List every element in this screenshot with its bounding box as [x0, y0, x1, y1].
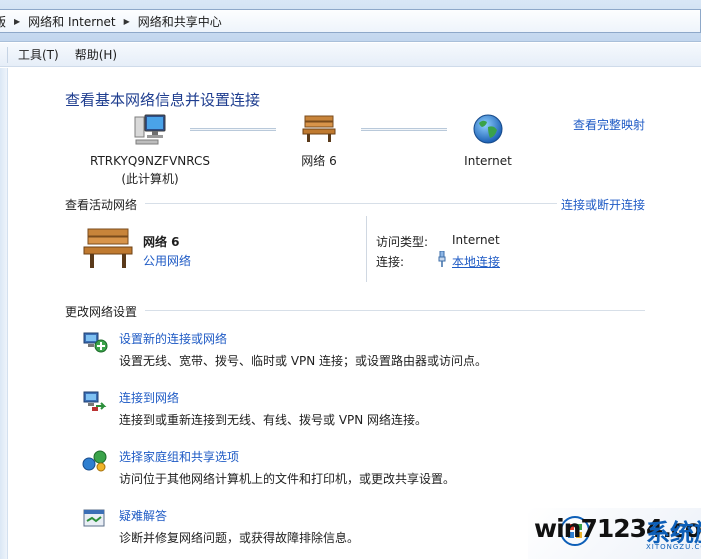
- breadcrumb-separator-icon[interactable]: ▶: [9, 17, 25, 26]
- main-content: 查看基本网络信息并设置连接 查看完整映射 RTRKYQ9NZFVNRCS (此计…: [0, 68, 701, 559]
- globe-icon: [473, 114, 503, 144]
- breadcrumb-item-network-internet[interactable]: 网络和 Internet: [25, 13, 118, 30]
- breadcrumb-separator-icon[interactable]: ▶: [119, 17, 135, 26]
- computer-sub: (此计算机): [121, 172, 179, 186]
- local-connection-link[interactable]: 本地连接: [452, 253, 500, 270]
- change-settings-heading: 更改网络设置: [65, 305, 138, 319]
- task-title-connect-network[interactable]: 连接到网络: [119, 389, 179, 406]
- access-type-label: 访问类型:: [376, 235, 429, 249]
- watermark: win71234.com 系统族 XITONGZU.COM: [528, 508, 701, 559]
- map-connector: [361, 128, 447, 131]
- map-internet-label: Internet: [464, 154, 512, 168]
- task-title-homegroup[interactable]: 选择家庭组和共享选项: [119, 448, 239, 465]
- map-computer-node[interactable]: RTRKYQ9NZFVNRCS (此计算机): [88, 113, 212, 187]
- vertical-divider: [366, 216, 367, 282]
- active-network-name: 网络 6: [143, 235, 180, 249]
- breadcrumb-partial[interactable]: 版: [0, 13, 9, 30]
- bench-icon[interactable]: [82, 224, 134, 270]
- breadcrumb-item-sharing-center[interactable]: 网络和共享中心: [135, 13, 225, 30]
- task-desc-troubleshoot: 诊断并修复网络问题，或获得故障排除信息。: [119, 531, 360, 545]
- ethernet-icon: [438, 251, 446, 267]
- full-map-link[interactable]: 查看完整映射: [573, 116, 645, 133]
- computer-name: RTRKYQ9NZFVNRCS: [89, 154, 210, 168]
- task-desc-new-connection: 设置无线、宽带、拨号、临时或 VPN 连接；或设置路由器或访问点。: [119, 354, 488, 368]
- new-connection-icon: [83, 332, 108, 353]
- active-networks-heading: 查看活动网络: [65, 198, 138, 212]
- connect-network-icon: [83, 391, 107, 411]
- menu-item-help[interactable]: 帮助(H): [67, 46, 125, 63]
- page-title: 查看基本网络信息并设置连接: [65, 91, 261, 109]
- computer-icon: [134, 114, 166, 145]
- menu-divider: [0, 46, 8, 63]
- menu-bar: 工具(T) 帮助(H): [0, 43, 701, 67]
- section-divider: [145, 310, 645, 311]
- map-network-name: 网络 6: [301, 154, 337, 168]
- connect-disconnect-link[interactable]: 连接或断开连接: [561, 196, 645, 213]
- task-title-new-connection[interactable]: 设置新的连接或网络: [119, 330, 227, 347]
- map-network-node[interactable]: 网络 6: [290, 113, 348, 169]
- task-desc-homegroup: 访问位于其他网络计算机上的文件和打印机，或更改共享设置。: [119, 472, 456, 486]
- task-desc-connect-network: 连接到或重新连接到无线、有线、拨号或 VPN 网络连接。: [119, 413, 428, 427]
- bench-icon: [302, 115, 336, 142]
- address-bar: 版 ▶ 网络和 Internet ▶ 网络和共享中心: [0, 0, 701, 42]
- access-type-value: Internet: [452, 233, 500, 247]
- menu-item-tools[interactable]: 工具(T): [10, 46, 67, 63]
- section-divider: [145, 203, 557, 204]
- watermark-url: XITONGZU.COM: [646, 543, 701, 551]
- map-internet-node[interactable]: Internet: [460, 113, 516, 168]
- network-type-link[interactable]: 公用网络: [143, 252, 191, 269]
- troubleshoot-icon: [83, 509, 105, 527]
- homegroup-icon: [82, 450, 107, 472]
- task-title-troubleshoot[interactable]: 疑难解答: [119, 507, 167, 524]
- map-connector: [190, 128, 276, 131]
- connection-label: 连接:: [376, 255, 405, 269]
- breadcrumb[interactable]: 版 ▶ 网络和 Internet ▶ 网络和共享中心: [0, 9, 701, 33]
